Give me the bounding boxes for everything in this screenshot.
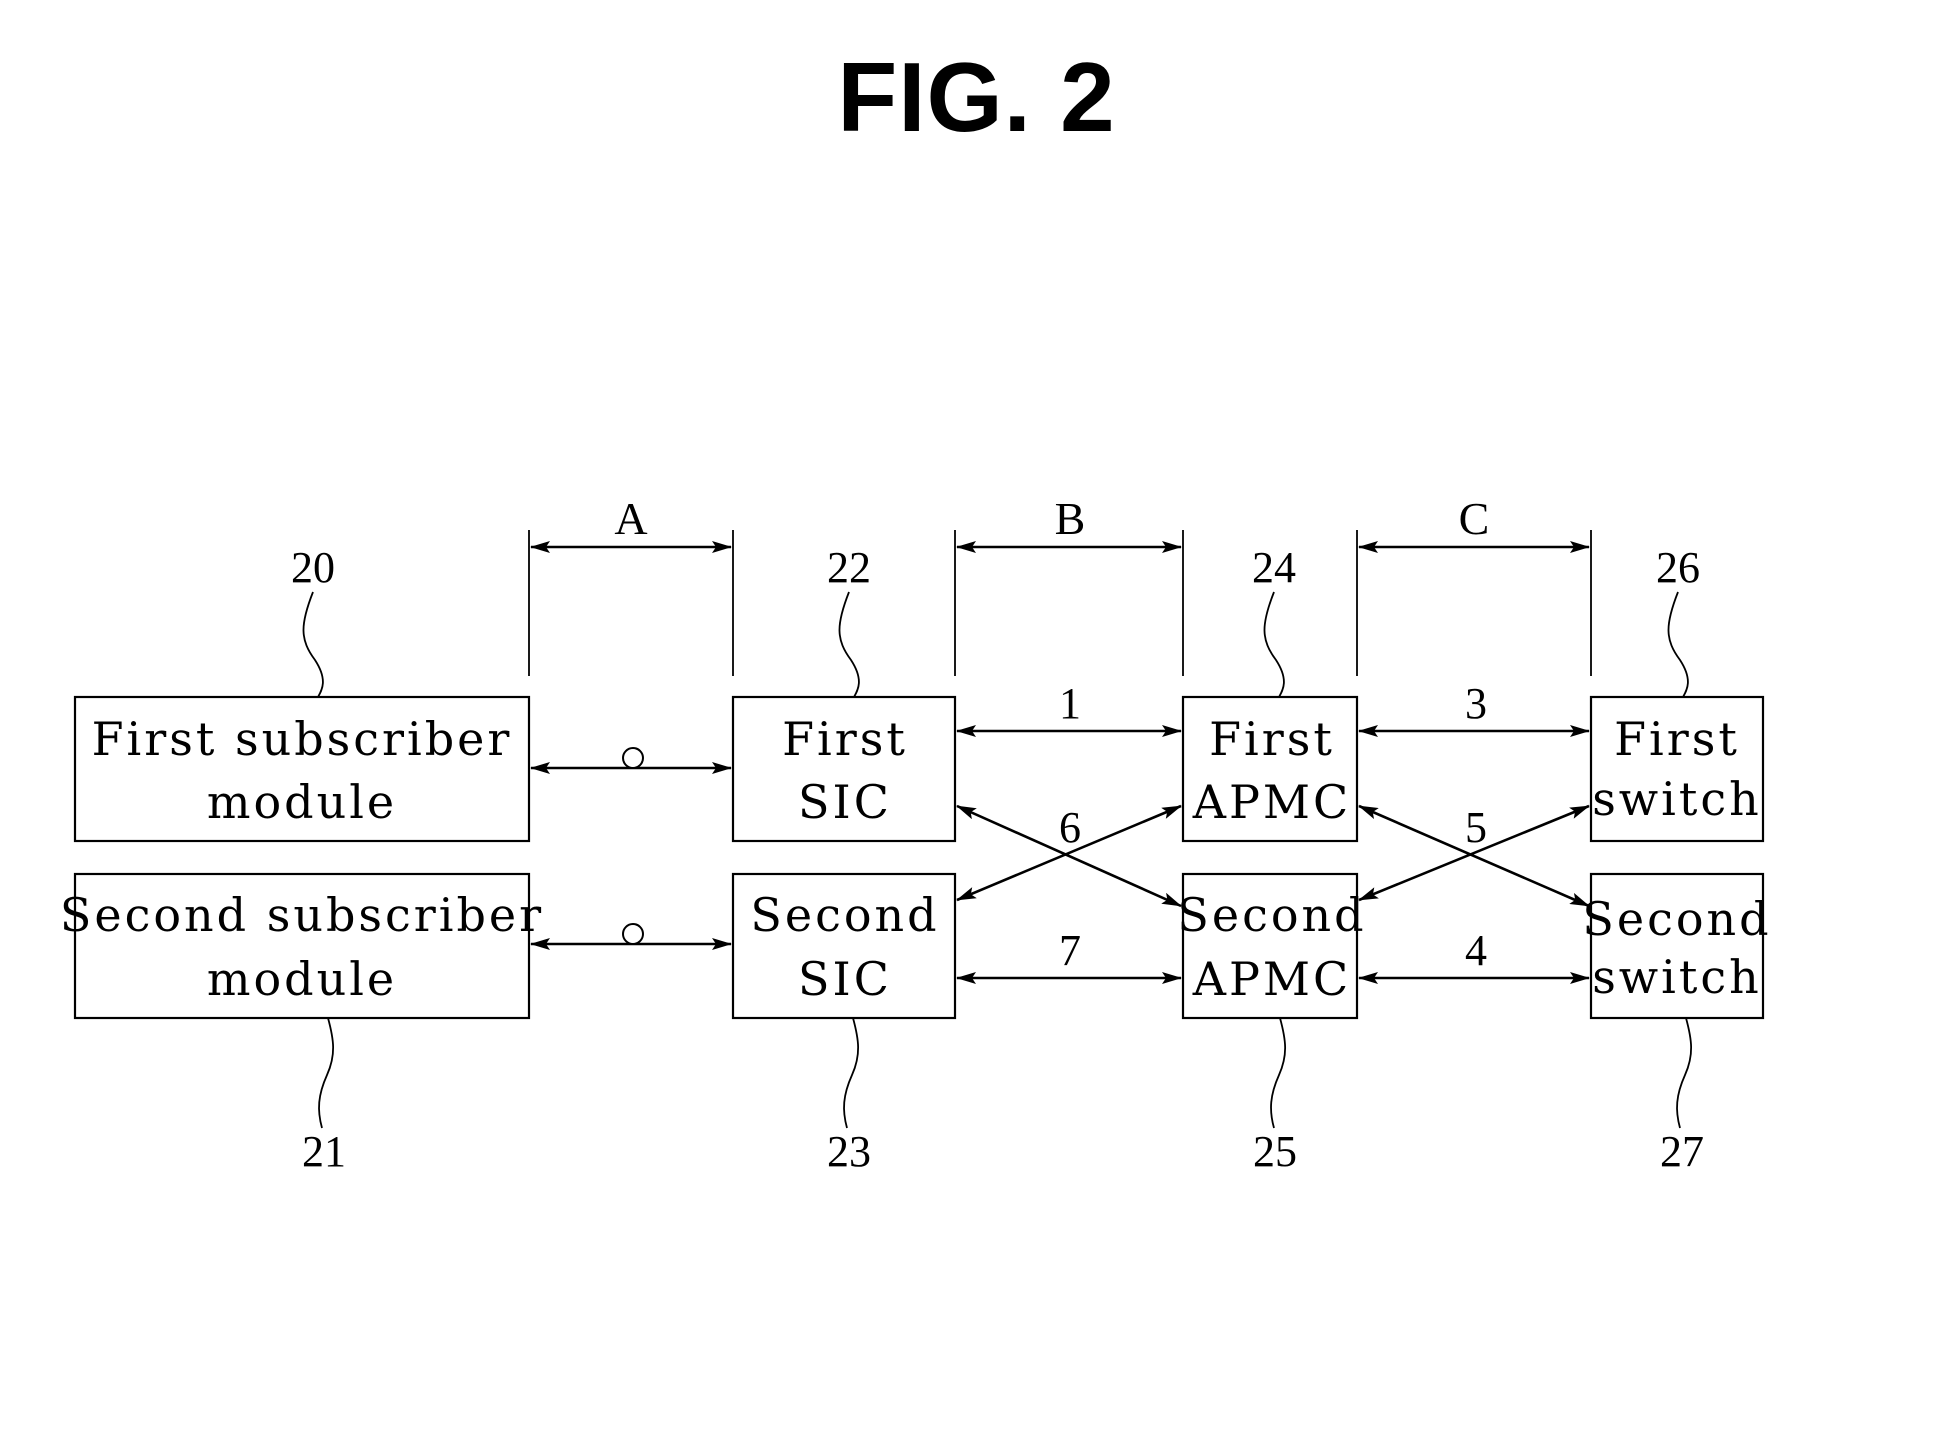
- block-first-switch: First switch: [1589, 695, 1765, 843]
- block-label: module: [207, 952, 397, 1006]
- link-subscriber1-sic1: [530, 747, 732, 774]
- reference-numeral: 25: [1253, 1127, 1297, 1176]
- block-first-apmc: First APMC: [1181, 695, 1359, 843]
- link-6-cross: 6: [956, 803, 1182, 908]
- block-label: Second: [1582, 892, 1771, 946]
- reference-numeral: 22: [827, 543, 871, 592]
- link-number: 4: [1465, 926, 1487, 975]
- block-label: Second: [750, 888, 939, 942]
- block-label: First: [1614, 712, 1740, 766]
- reference-numeral: 20: [291, 543, 335, 592]
- section-label: C: [1459, 493, 1490, 544]
- dimension-c: C: [1356, 493, 1592, 676]
- block-diagram: A B C First subscriber module Second sub…: [60, 493, 1771, 1176]
- ref-23: 23: [827, 1017, 871, 1176]
- leader-line: [302, 591, 324, 698]
- block-second-sic: Second SIC: [731, 872, 957, 1020]
- link-number: 7: [1059, 926, 1081, 975]
- link-7: 7: [956, 926, 1182, 984]
- reference-numeral: 26: [1656, 543, 1700, 592]
- link-number: 3: [1465, 679, 1487, 728]
- reference-numeral: 27: [1660, 1127, 1704, 1176]
- leader-line: [1667, 591, 1689, 698]
- section-label: B: [1055, 493, 1086, 544]
- block-label: Second: [1177, 888, 1366, 942]
- leader-line: [318, 1017, 335, 1129]
- leader-line: [843, 1017, 860, 1129]
- block-label: APMC: [1192, 952, 1351, 1006]
- block-label: Second subscriber: [60, 888, 544, 942]
- block-label: First: [782, 712, 908, 766]
- link-3: 3: [1358, 679, 1590, 737]
- ref-22: 22: [827, 543, 871, 698]
- block-second-switch: Second switch: [1582, 872, 1771, 1020]
- link-4: 4: [1358, 926, 1590, 984]
- block-second-apmc: Second APMC: [1177, 872, 1366, 1020]
- leader-line: [1263, 591, 1285, 698]
- link-number: 6: [1059, 803, 1081, 852]
- section-label: A: [614, 493, 647, 544]
- dimension-b: B: [954, 493, 1184, 676]
- link-5-cross: 5: [1358, 803, 1590, 908]
- reference-numeral: 24: [1252, 543, 1296, 592]
- leader-line: [1270, 1017, 1287, 1129]
- dimension-a: A: [528, 493, 734, 676]
- ref-24: 24: [1252, 543, 1296, 698]
- block-label: switch: [1592, 772, 1762, 826]
- link-subscriber2-sic2: [530, 923, 732, 950]
- reference-numeral: 21: [302, 1127, 346, 1176]
- block-label: SIC: [798, 775, 892, 829]
- block-first-subscriber-module: First subscriber module: [73, 695, 531, 843]
- block-first-sic: First SIC: [731, 695, 957, 843]
- interface-circle-icon: [622, 923, 644, 945]
- block-second-subscriber-module: Second subscriber module: [60, 872, 544, 1020]
- link-number: 5: [1465, 803, 1487, 852]
- block-label: First: [1209, 712, 1335, 766]
- ref-21: 21: [302, 1017, 346, 1176]
- leader-line: [838, 591, 860, 698]
- ref-26: 26: [1656, 543, 1700, 698]
- reference-numeral: 23: [827, 1127, 871, 1176]
- block-label: module: [207, 775, 397, 829]
- ref-27: 27: [1660, 1017, 1704, 1176]
- ref-25: 25: [1253, 1017, 1297, 1176]
- block-label: First subscriber: [92, 712, 513, 766]
- link-number: 1: [1059, 679, 1081, 728]
- leader-line: [1676, 1017, 1693, 1129]
- ref-20: 20: [291, 543, 335, 698]
- interface-circle-icon: [622, 747, 644, 769]
- block-label: APMC: [1192, 775, 1351, 829]
- block-label: SIC: [798, 952, 892, 1006]
- block-label: switch: [1592, 950, 1762, 1004]
- link-1: 1: [956, 679, 1182, 737]
